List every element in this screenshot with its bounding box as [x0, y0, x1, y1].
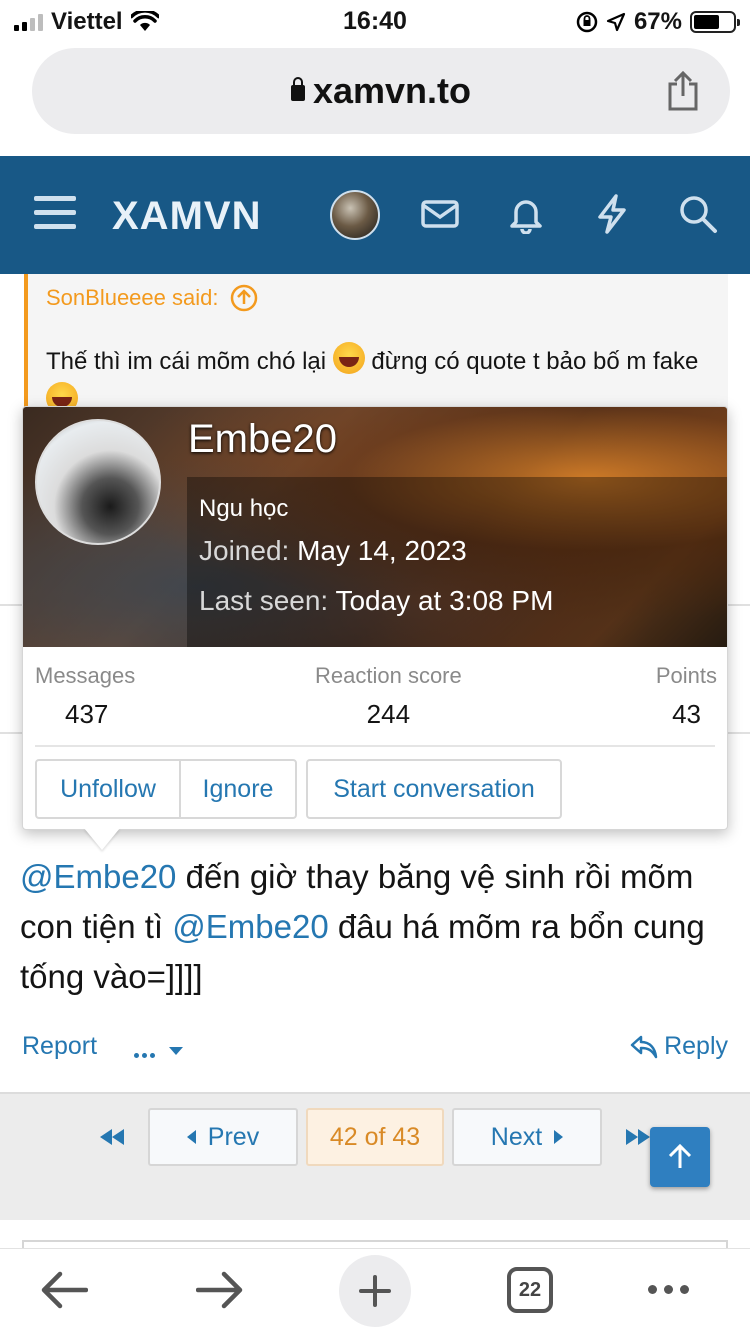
stat-points[interactable]: Points 43 [656, 663, 717, 730]
site-logo[interactable]: XAMVN [112, 194, 261, 239]
scroll-to-top-button[interactable] [650, 1127, 710, 1187]
member-info: Ngu học Joined: May 14, 2023 Last seen: … [187, 477, 727, 647]
user-mention[interactable]: @Embe20 [20, 858, 176, 895]
member-tooltip: Embe20 Ngu học Joined: May 14, 2023 Last… [22, 406, 728, 830]
lightning-icon[interactable] [594, 194, 630, 234]
pagination-bar: Prev 42 of 43 Next [0, 1092, 750, 1220]
post-content: @Embe20 đến giờ thay băng vệ sinh rồi mõ… [20, 858, 705, 995]
battery-icon [690, 11, 740, 33]
reply-button[interactable]: Reply [630, 1032, 728, 1061]
ellipsis-icon [134, 1036, 158, 1065]
page-indicator[interactable]: 42 of 43 [306, 1108, 444, 1166]
orientation-lock-icon [576, 11, 598, 33]
chevron-down-icon [169, 1046, 183, 1055]
tooltip-caret [84, 828, 120, 850]
address-bar[interactable]: xamvn.to [32, 48, 730, 134]
menu-icon[interactable] [34, 196, 76, 238]
more-menu-icon[interactable] [648, 1285, 689, 1294]
user-mention[interactable]: @Embe20 [172, 908, 328, 945]
browser-toolbar: 22 [0, 1248, 750, 1334]
member-name[interactable]: Embe20 [188, 417, 337, 462]
bell-icon[interactable] [506, 194, 546, 234]
more-options-button[interactable] [134, 1036, 184, 1065]
url-text[interactable]: xamvn.to [32, 70, 730, 112]
search-icon[interactable] [678, 194, 718, 234]
post-actions: Report Reply [22, 1030, 728, 1070]
stat-reaction-score: Reaction score 244 [315, 663, 462, 729]
member-joined: Joined: May 14, 2023 [199, 535, 467, 566]
reply-icon [630, 1035, 658, 1058]
arrow-up-icon [668, 1144, 692, 1168]
member-user-title: Ngu học [199, 495, 289, 522]
back-arrow-icon[interactable] [40, 1271, 88, 1309]
member-avatar[interactable] [35, 419, 161, 545]
caret-right-icon [554, 1130, 564, 1144]
tabs-button[interactable]: 22 [507, 1267, 553, 1313]
last-page-icon[interactable] [624, 1128, 652, 1146]
caret-left-icon [186, 1130, 196, 1144]
status-bar: Viettel 16:40 67% [0, 0, 750, 40]
location-arrow-icon [606, 12, 626, 32]
lock-icon [290, 77, 305, 101]
member-stats: Messages 437 Reaction score 244 Points 4… [23, 647, 727, 745]
quote-author[interactable]: SonBlueeee said: [46, 285, 218, 311]
ignore-button[interactable]: Ignore [179, 759, 297, 819]
laughing-emoji-icon [332, 342, 365, 374]
arrow-up-circle-icon[interactable] [230, 284, 258, 312]
member-last-seen: Last seen: Today at 3:08 PM [199, 585, 554, 616]
site-header: XAMVN [0, 156, 750, 274]
share-icon[interactable] [666, 70, 700, 112]
user-avatar[interactable] [330, 190, 380, 240]
stat-messages[interactable]: Messages 437 [35, 663, 135, 730]
prev-page-button[interactable]: Prev [148, 1108, 298, 1166]
inbox-icon[interactable] [420, 194, 460, 234]
new-tab-button[interactable] [339, 1255, 411, 1327]
forward-arrow-icon[interactable] [196, 1271, 244, 1309]
first-page-icon[interactable] [98, 1128, 126, 1146]
quote-block: SonBlueeee said: Thế thì im cái mõm chó … [24, 274, 728, 422]
plus-icon [359, 1275, 391, 1307]
unfollow-button[interactable]: Unfollow [35, 759, 181, 819]
battery-percent: 67% [633, 8, 682, 35]
report-link[interactable]: Report [22, 1032, 97, 1061]
status-bar-right: 67% [576, 8, 740, 36]
divider [35, 745, 715, 747]
next-page-button[interactable]: Next [452, 1108, 602, 1166]
quote-attribution[interactable]: SonBlueeee said: [46, 284, 258, 312]
start-conversation-button[interactable]: Start conversation [306, 759, 562, 819]
